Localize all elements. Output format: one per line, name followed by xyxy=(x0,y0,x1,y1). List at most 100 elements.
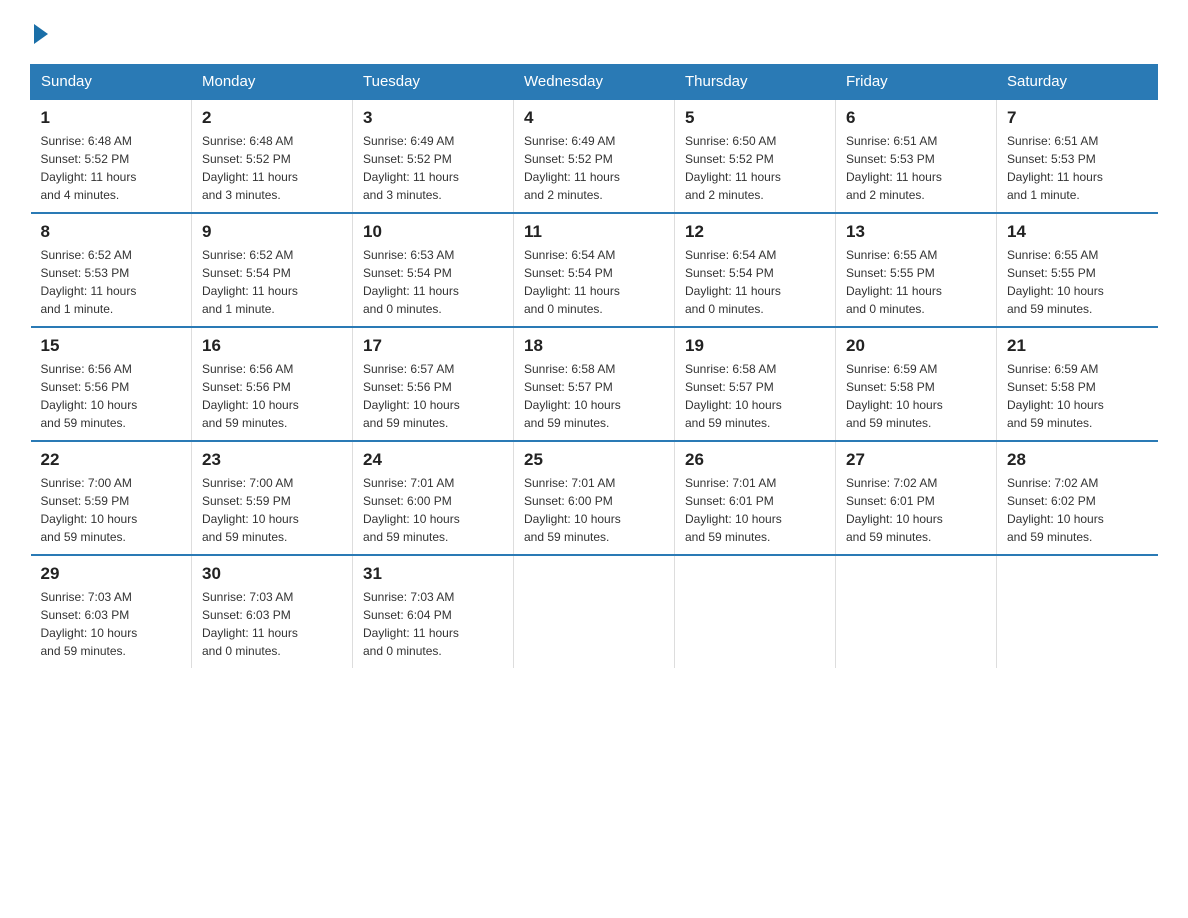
day-number: 8 xyxy=(41,222,182,242)
day-info: Sunrise: 6:50 AMSunset: 5:52 PMDaylight:… xyxy=(685,132,825,204)
day-info: Sunrise: 7:03 AMSunset: 6:03 PMDaylight:… xyxy=(202,588,342,660)
calendar-cell: 19 Sunrise: 6:58 AMSunset: 5:57 PMDaylig… xyxy=(675,327,836,441)
column-header-tuesday: Tuesday xyxy=(353,65,514,100)
calendar-table: SundayMondayTuesdayWednesdayThursdayFrid… xyxy=(30,64,1158,668)
calendar-cell: 5 Sunrise: 6:50 AMSunset: 5:52 PMDayligh… xyxy=(675,99,836,213)
calendar-cell: 25 Sunrise: 7:01 AMSunset: 6:00 PMDaylig… xyxy=(514,441,675,555)
calendar-cell: 8 Sunrise: 6:52 AMSunset: 5:53 PMDayligh… xyxy=(31,213,192,327)
day-info: Sunrise: 6:49 AMSunset: 5:52 PMDaylight:… xyxy=(524,132,664,204)
calendar-cell: 29 Sunrise: 7:03 AMSunset: 6:03 PMDaylig… xyxy=(31,555,192,668)
calendar-cell: 23 Sunrise: 7:00 AMSunset: 5:59 PMDaylig… xyxy=(192,441,353,555)
calendar-cell: 7 Sunrise: 6:51 AMSunset: 5:53 PMDayligh… xyxy=(997,99,1158,213)
column-header-wednesday: Wednesday xyxy=(514,65,675,100)
calendar-cell: 10 Sunrise: 6:53 AMSunset: 5:54 PMDaylig… xyxy=(353,213,514,327)
calendar-cell: 28 Sunrise: 7:02 AMSunset: 6:02 PMDaylig… xyxy=(997,441,1158,555)
calendar-cell: 13 Sunrise: 6:55 AMSunset: 5:55 PMDaylig… xyxy=(836,213,997,327)
calendar-cell: 31 Sunrise: 7:03 AMSunset: 6:04 PMDaylig… xyxy=(353,555,514,668)
calendar-cell: 21 Sunrise: 6:59 AMSunset: 5:58 PMDaylig… xyxy=(997,327,1158,441)
day-number: 12 xyxy=(685,222,825,242)
day-number: 19 xyxy=(685,336,825,356)
day-info: Sunrise: 6:59 AMSunset: 5:58 PMDaylight:… xyxy=(846,360,986,432)
day-number: 23 xyxy=(202,450,342,470)
calendar-week-row: 8 Sunrise: 6:52 AMSunset: 5:53 PMDayligh… xyxy=(31,213,1158,327)
day-number: 16 xyxy=(202,336,342,356)
day-info: Sunrise: 6:51 AMSunset: 5:53 PMDaylight:… xyxy=(1007,132,1148,204)
day-info: Sunrise: 6:51 AMSunset: 5:53 PMDaylight:… xyxy=(846,132,986,204)
logo-arrow-icon xyxy=(34,24,48,44)
day-number: 15 xyxy=(41,336,182,356)
day-number: 27 xyxy=(846,450,986,470)
column-header-thursday: Thursday xyxy=(675,65,836,100)
calendar-cell: 18 Sunrise: 6:58 AMSunset: 5:57 PMDaylig… xyxy=(514,327,675,441)
day-number: 22 xyxy=(41,450,182,470)
day-number: 18 xyxy=(524,336,664,356)
calendar-cell: 9 Sunrise: 6:52 AMSunset: 5:54 PMDayligh… xyxy=(192,213,353,327)
day-info: Sunrise: 7:01 AMSunset: 6:00 PMDaylight:… xyxy=(524,474,664,546)
day-info: Sunrise: 6:55 AMSunset: 5:55 PMDaylight:… xyxy=(1007,246,1148,318)
column-header-friday: Friday xyxy=(836,65,997,100)
calendar-cell: 4 Sunrise: 6:49 AMSunset: 5:52 PMDayligh… xyxy=(514,99,675,213)
column-header-saturday: Saturday xyxy=(997,65,1158,100)
day-number: 17 xyxy=(363,336,503,356)
day-number: 5 xyxy=(685,108,825,128)
calendar-cell xyxy=(836,555,997,668)
calendar-cell: 12 Sunrise: 6:54 AMSunset: 5:54 PMDaylig… xyxy=(675,213,836,327)
calendar-cell: 24 Sunrise: 7:01 AMSunset: 6:00 PMDaylig… xyxy=(353,441,514,555)
day-info: Sunrise: 6:56 AMSunset: 5:56 PMDaylight:… xyxy=(202,360,342,432)
day-number: 9 xyxy=(202,222,342,242)
calendar-cell xyxy=(514,555,675,668)
day-number: 7 xyxy=(1007,108,1148,128)
calendar-cell: 14 Sunrise: 6:55 AMSunset: 5:55 PMDaylig… xyxy=(997,213,1158,327)
day-number: 21 xyxy=(1007,336,1148,356)
day-number: 10 xyxy=(363,222,503,242)
calendar-week-row: 29 Sunrise: 7:03 AMSunset: 6:03 PMDaylig… xyxy=(31,555,1158,668)
calendar-cell: 1 Sunrise: 6:48 AMSunset: 5:52 PMDayligh… xyxy=(31,99,192,213)
calendar-cell: 15 Sunrise: 6:56 AMSunset: 5:56 PMDaylig… xyxy=(31,327,192,441)
calendar-cell: 3 Sunrise: 6:49 AMSunset: 5:52 PMDayligh… xyxy=(353,99,514,213)
day-number: 3 xyxy=(363,108,503,128)
calendar-cell: 16 Sunrise: 6:56 AMSunset: 5:56 PMDaylig… xyxy=(192,327,353,441)
day-info: Sunrise: 6:48 AMSunset: 5:52 PMDaylight:… xyxy=(202,132,342,204)
day-info: Sunrise: 6:52 AMSunset: 5:54 PMDaylight:… xyxy=(202,246,342,318)
calendar-header-row: SundayMondayTuesdayWednesdayThursdayFrid… xyxy=(31,65,1158,100)
day-info: Sunrise: 6:48 AMSunset: 5:52 PMDaylight:… xyxy=(41,132,182,204)
calendar-cell: 11 Sunrise: 6:54 AMSunset: 5:54 PMDaylig… xyxy=(514,213,675,327)
calendar-cell: 20 Sunrise: 6:59 AMSunset: 5:58 PMDaylig… xyxy=(836,327,997,441)
calendar-cell: 30 Sunrise: 7:03 AMSunset: 6:03 PMDaylig… xyxy=(192,555,353,668)
day-info: Sunrise: 6:57 AMSunset: 5:56 PMDaylight:… xyxy=(363,360,503,432)
calendar-cell xyxy=(675,555,836,668)
day-number: 25 xyxy=(524,450,664,470)
column-header-sunday: Sunday xyxy=(31,65,192,100)
day-info: Sunrise: 7:02 AMSunset: 6:02 PMDaylight:… xyxy=(1007,474,1148,546)
column-header-monday: Monday xyxy=(192,65,353,100)
day-number: 1 xyxy=(41,108,182,128)
day-number: 11 xyxy=(524,222,664,242)
day-number: 30 xyxy=(202,564,342,584)
day-info: Sunrise: 6:53 AMSunset: 5:54 PMDaylight:… xyxy=(363,246,503,318)
calendar-week-row: 22 Sunrise: 7:00 AMSunset: 5:59 PMDaylig… xyxy=(31,441,1158,555)
calendar-cell: 26 Sunrise: 7:01 AMSunset: 6:01 PMDaylig… xyxy=(675,441,836,555)
day-info: Sunrise: 7:03 AMSunset: 6:04 PMDaylight:… xyxy=(363,588,503,660)
day-number: 13 xyxy=(846,222,986,242)
day-number: 26 xyxy=(685,450,825,470)
day-info: Sunrise: 6:56 AMSunset: 5:56 PMDaylight:… xyxy=(41,360,182,432)
day-info: Sunrise: 7:01 AMSunset: 6:01 PMDaylight:… xyxy=(685,474,825,546)
day-number: 29 xyxy=(41,564,182,584)
logo xyxy=(30,20,54,44)
day-info: Sunrise: 6:49 AMSunset: 5:52 PMDaylight:… xyxy=(363,132,503,204)
day-number: 2 xyxy=(202,108,342,128)
day-number: 24 xyxy=(363,450,503,470)
day-number: 20 xyxy=(846,336,986,356)
calendar-cell: 2 Sunrise: 6:48 AMSunset: 5:52 PMDayligh… xyxy=(192,99,353,213)
day-info: Sunrise: 7:00 AMSunset: 5:59 PMDaylight:… xyxy=(41,474,182,546)
day-info: Sunrise: 7:03 AMSunset: 6:03 PMDaylight:… xyxy=(41,588,182,660)
calendar-cell: 17 Sunrise: 6:57 AMSunset: 5:56 PMDaylig… xyxy=(353,327,514,441)
calendar-cell: 22 Sunrise: 7:00 AMSunset: 5:59 PMDaylig… xyxy=(31,441,192,555)
day-info: Sunrise: 6:55 AMSunset: 5:55 PMDaylight:… xyxy=(846,246,986,318)
day-number: 14 xyxy=(1007,222,1148,242)
calendar-cell: 6 Sunrise: 6:51 AMSunset: 5:53 PMDayligh… xyxy=(836,99,997,213)
calendar-week-row: 15 Sunrise: 6:56 AMSunset: 5:56 PMDaylig… xyxy=(31,327,1158,441)
day-info: Sunrise: 7:02 AMSunset: 6:01 PMDaylight:… xyxy=(846,474,986,546)
day-info: Sunrise: 6:58 AMSunset: 5:57 PMDaylight:… xyxy=(524,360,664,432)
day-number: 4 xyxy=(524,108,664,128)
